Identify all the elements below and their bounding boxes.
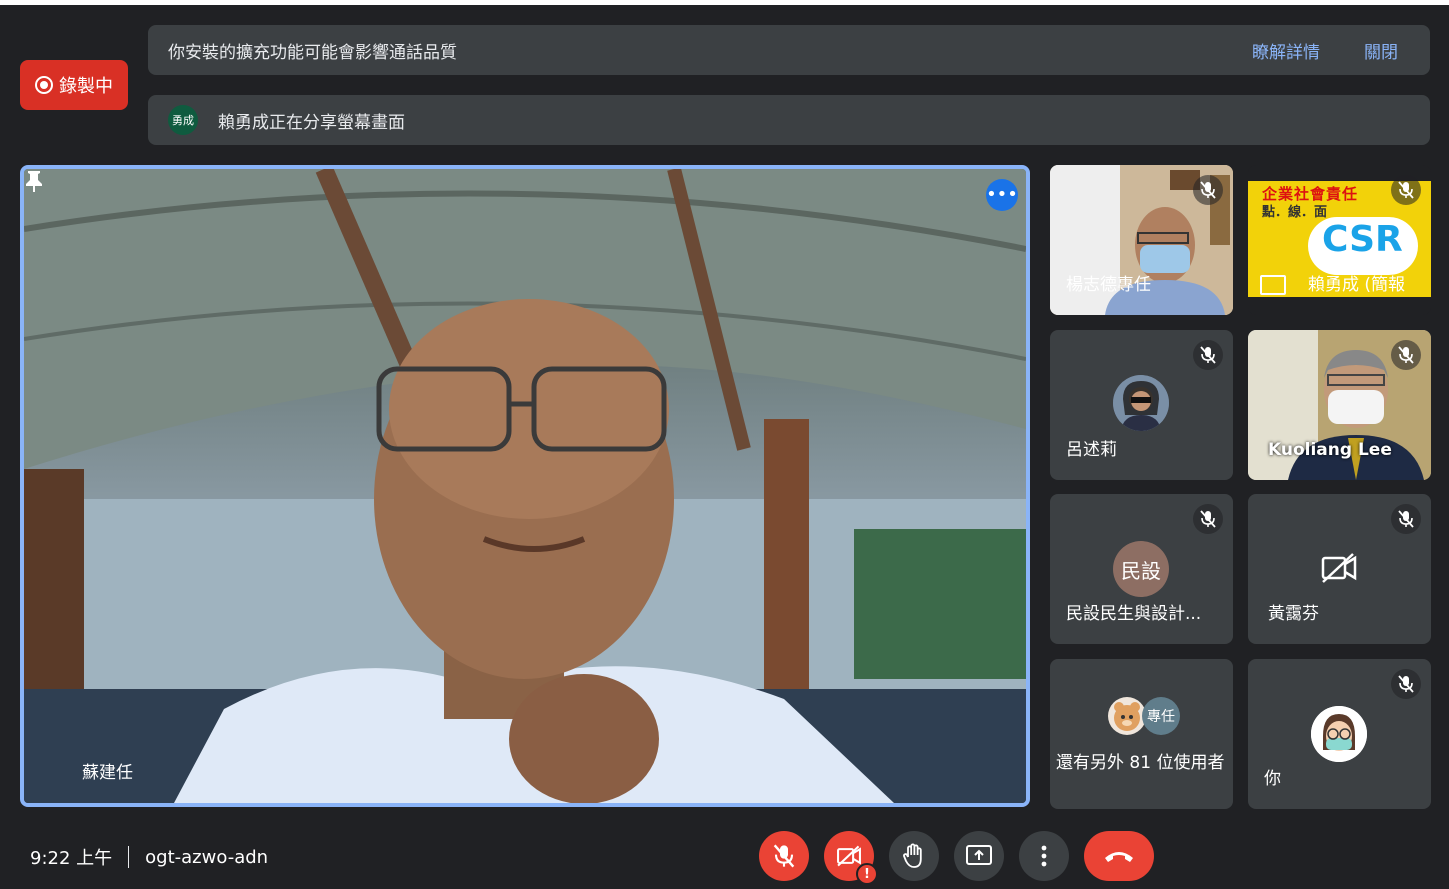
extension-warning-banner: 你安裝的擴充功能可能會影響通話品質 瞭解詳情 關閉 (148, 25, 1430, 75)
presentation-tile[interactable]: 企業社會責任 點．線．面 CSR 賴勇成 (簡報 (1248, 165, 1431, 315)
speaker-video (24, 169, 1026, 803)
participant-avatar (1113, 375, 1169, 431)
mic-off-icon (773, 844, 795, 868)
participant-name: 你 (1264, 769, 1281, 789)
self-avatar (1311, 706, 1367, 762)
mic-off-icon (1193, 340, 1223, 370)
participant-name: Kuoliang Lee (1268, 440, 1392, 460)
camera-off-icon (837, 845, 861, 867)
others-count-label: 還有另外 81 位使用者 (1056, 753, 1225, 773)
pin-icon[interactable] (24, 169, 44, 193)
top-edge (0, 0, 1449, 5)
participant-name: 賴勇成 (簡報 (1308, 275, 1406, 295)
participant-avatar (1108, 697, 1146, 735)
meeting-time: 9:22 上午 (30, 848, 113, 869)
main-speaker-name: 蘇建任 (82, 763, 133, 783)
recording-badge[interactable]: 錄製中 (20, 60, 128, 110)
slide-subtitle: 點．線．面 (1262, 205, 1328, 220)
mic-off-icon (1391, 175, 1421, 205)
participant-avatar: 民設 (1113, 541, 1169, 597)
participant-tile[interactable]: 楊志德專任 (1050, 165, 1233, 315)
camera-warning-badge: ! (856, 863, 878, 885)
participant-name: 民設民生與設計... (1066, 604, 1202, 624)
csr-logo: CSR (1322, 219, 1403, 260)
participant-avatar: 專任 (1142, 697, 1180, 735)
screen-sharing-banner: 勇成 賴勇成正在分享螢幕畫面 (148, 95, 1430, 145)
self-tile[interactable]: 你 (1248, 659, 1431, 809)
participant-tile[interactable]: 民設 民設民生與設計... (1050, 494, 1233, 644)
present-icon (1260, 275, 1286, 295)
participant-name: 呂述莉 (1066, 440, 1117, 460)
screen-sharing-text: 賴勇成正在分享螢幕畫面 (218, 112, 405, 133)
participant-tile[interactable]: 呂述莉 (1050, 330, 1233, 480)
mic-off-icon (1391, 669, 1421, 699)
participant-name: 黃靄芬 (1268, 604, 1319, 624)
leave-call-button[interactable] (1084, 831, 1154, 881)
mic-off-icon (1391, 504, 1421, 534)
record-icon (35, 76, 53, 94)
close-banner-button[interactable]: 關閉 (1364, 38, 1398, 63)
mic-off-icon (1391, 340, 1421, 370)
hand-icon (903, 843, 922, 868)
presenter-avatar: 勇成 (168, 105, 198, 135)
present-now-button[interactable] (954, 831, 1004, 881)
meeting-info: 9:22 上午 ogt-azwo-adn (30, 844, 268, 870)
divider (128, 846, 130, 868)
meeting-code[interactable]: ogt-azwo-adn (145, 847, 268, 868)
tile-more-options-button[interactable]: ••• (986, 179, 1018, 211)
mic-off-icon (1193, 504, 1223, 534)
camera-off-icon (1321, 553, 1357, 583)
camera-toggle-button[interactable]: ! (824, 831, 878, 885)
main-speaker-tile[interactable]: ••• 蘇建任 (20, 165, 1030, 807)
present-icon (966, 845, 992, 865)
extension-warning-text: 你安裝的擴充功能可能會影響通話品質 (168, 42, 457, 63)
hangup-icon (1105, 852, 1133, 862)
participant-tile[interactable]: 黃靄芬 (1248, 494, 1431, 644)
participant-name: 楊志德專任 (1066, 275, 1151, 295)
more-vert-icon (1041, 845, 1047, 867)
mic-off-icon (1193, 175, 1223, 205)
recording-label: 錄製中 (59, 76, 113, 97)
mic-toggle-button[interactable] (759, 831, 809, 881)
learn-more-link[interactable]: 瞭解詳情 (1252, 38, 1320, 63)
more-options-button[interactable] (1019, 831, 1069, 881)
others-tile[interactable]: 專任 還有另外 81 位使用者 (1050, 659, 1233, 809)
raise-hand-button[interactable] (889, 831, 939, 881)
participant-tile[interactable]: Kuoliang Lee (1248, 330, 1431, 480)
